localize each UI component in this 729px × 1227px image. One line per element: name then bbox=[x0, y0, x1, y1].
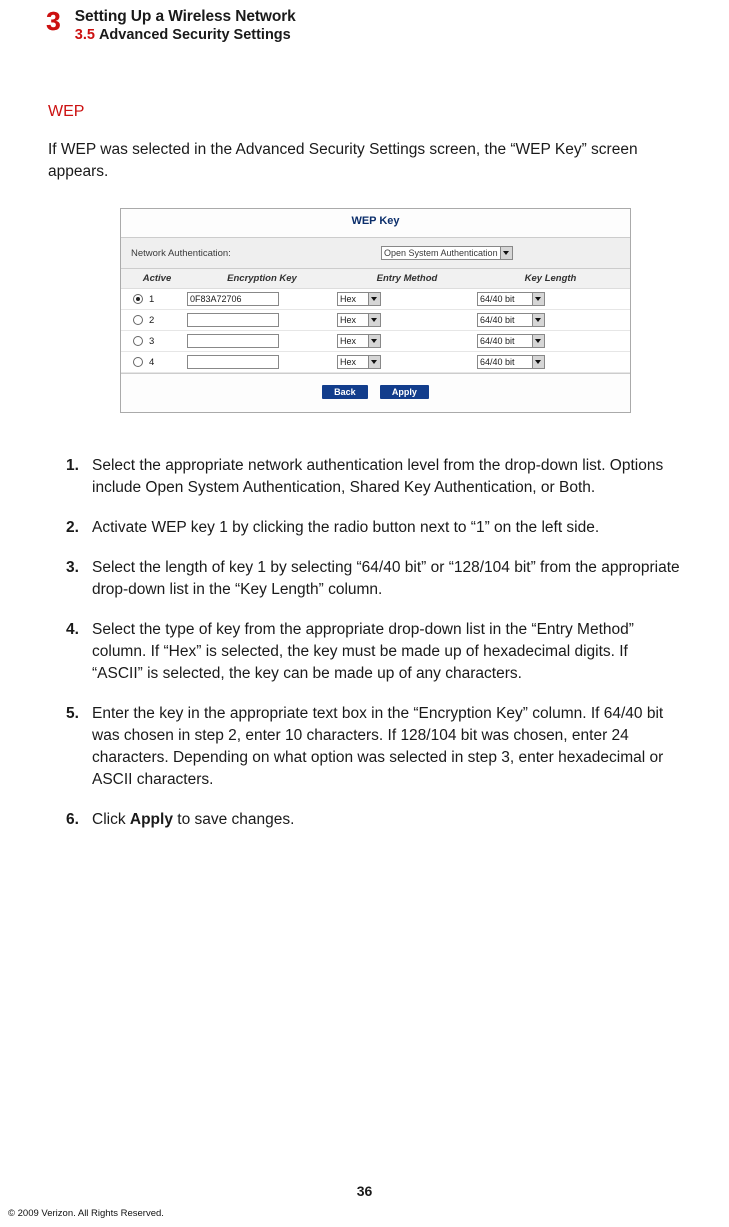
step-item: Select the appropriate network authentic… bbox=[66, 455, 681, 517]
table-row: 3 Hex 64/40 bit bbox=[121, 331, 630, 352]
chapter-title: Setting Up a Wireless Network bbox=[75, 8, 296, 26]
intro-paragraph: If WEP was selected in the Advanced Secu… bbox=[48, 139, 681, 182]
entry-method-select-1[interactable]: Hex bbox=[337, 292, 381, 306]
chevron-down-icon bbox=[371, 297, 377, 301]
col-length: Key Length bbox=[477, 273, 624, 284]
chevron-down-icon bbox=[535, 339, 541, 343]
auth-select-value: Open System Authentication bbox=[384, 248, 498, 258]
radio-key-3[interactable] bbox=[133, 336, 143, 346]
key-length-select-2[interactable]: 64/40 bit bbox=[477, 313, 545, 327]
step-item: Select the type of key from the appropri… bbox=[66, 619, 681, 703]
encryption-key-input-1[interactable]: 0F83A72706 bbox=[187, 292, 279, 306]
section-number: 3.5 bbox=[75, 27, 95, 43]
step-item: Enter the key in the appropriate text bo… bbox=[66, 703, 681, 809]
table-row: 2 Hex 64/40 bit bbox=[121, 310, 630, 331]
step-item: Select the length of key 1 by selecting … bbox=[66, 557, 681, 619]
chevron-down-icon bbox=[503, 251, 509, 255]
copyright: © 2009 Verizon. All Rights Reserved. bbox=[8, 1208, 164, 1219]
key-length-select-4[interactable]: 64/40 bit bbox=[477, 355, 545, 369]
encryption-key-input-4[interactable] bbox=[187, 355, 279, 369]
table-row: 4 Hex 64/40 bit bbox=[121, 352, 630, 373]
radio-key-1[interactable] bbox=[133, 294, 143, 304]
button-row: Back Apply bbox=[121, 373, 630, 412]
entry-method-select-3[interactable]: Hex bbox=[337, 334, 381, 348]
chevron-down-icon bbox=[371, 360, 377, 364]
page-header: 3 Setting Up a Wireless Network 3.5Advan… bbox=[0, 0, 729, 43]
auth-label: Network Authentication: bbox=[131, 248, 381, 259]
row-number: 2 bbox=[149, 315, 154, 326]
entry-method-select-4[interactable]: Hex bbox=[337, 355, 381, 369]
step6-suffix: to save changes. bbox=[173, 811, 295, 828]
wep-table: Active Encryption Key Entry Method Key L… bbox=[121, 269, 630, 373]
key-length-select-1[interactable]: 64/40 bit bbox=[477, 292, 545, 306]
encryption-key-input-2[interactable] bbox=[187, 313, 279, 327]
table-header: Active Encryption Key Entry Method Key L… bbox=[121, 269, 630, 289]
radio-key-4[interactable] bbox=[133, 357, 143, 367]
encryption-key-input-3[interactable] bbox=[187, 334, 279, 348]
row-number: 4 bbox=[149, 357, 154, 368]
back-button[interactable]: Back bbox=[322, 385, 368, 399]
auth-row: Network Authentication: Open System Auth… bbox=[121, 238, 630, 269]
chevron-down-icon bbox=[535, 297, 541, 301]
chevron-down-icon bbox=[371, 339, 377, 343]
row-number: 1 bbox=[149, 294, 154, 305]
step-item: Click Apply to save changes. bbox=[66, 809, 681, 849]
radio-key-2[interactable] bbox=[133, 315, 143, 325]
section-title: Advanced Security Settings bbox=[99, 27, 291, 43]
wep-heading: WEP bbox=[48, 103, 681, 121]
chevron-down-icon bbox=[371, 318, 377, 322]
chevron-down-icon bbox=[535, 360, 541, 364]
auth-select[interactable]: Open System Authentication bbox=[381, 246, 513, 260]
steps-list: Select the appropriate network authentic… bbox=[66, 455, 681, 849]
col-key: Encryption Key bbox=[187, 273, 337, 284]
step6-prefix: Click bbox=[92, 811, 130, 828]
panel-title: WEP Key bbox=[121, 209, 630, 238]
step6-apply: Apply bbox=[130, 811, 173, 828]
wep-key-panel: WEP Key Network Authentication: Open Sys… bbox=[120, 208, 631, 413]
row-number: 3 bbox=[149, 336, 154, 347]
table-row: 1 0F83A72706 Hex 64/40 bit bbox=[121, 289, 630, 310]
section-line: 3.5Advanced Security Settings bbox=[75, 27, 296, 43]
entry-method-select-2[interactable]: Hex bbox=[337, 313, 381, 327]
chevron-down-icon bbox=[535, 318, 541, 322]
key-length-select-3[interactable]: 64/40 bit bbox=[477, 334, 545, 348]
col-active: Active bbox=[127, 273, 187, 284]
col-method: Entry Method bbox=[337, 273, 477, 284]
page-number: 36 bbox=[0, 1183, 729, 1199]
chapter-number: 3 bbox=[46, 8, 60, 34]
apply-button[interactable]: Apply bbox=[380, 385, 429, 399]
step-item: Activate WEP key 1 by clicking the radio… bbox=[66, 517, 681, 557]
